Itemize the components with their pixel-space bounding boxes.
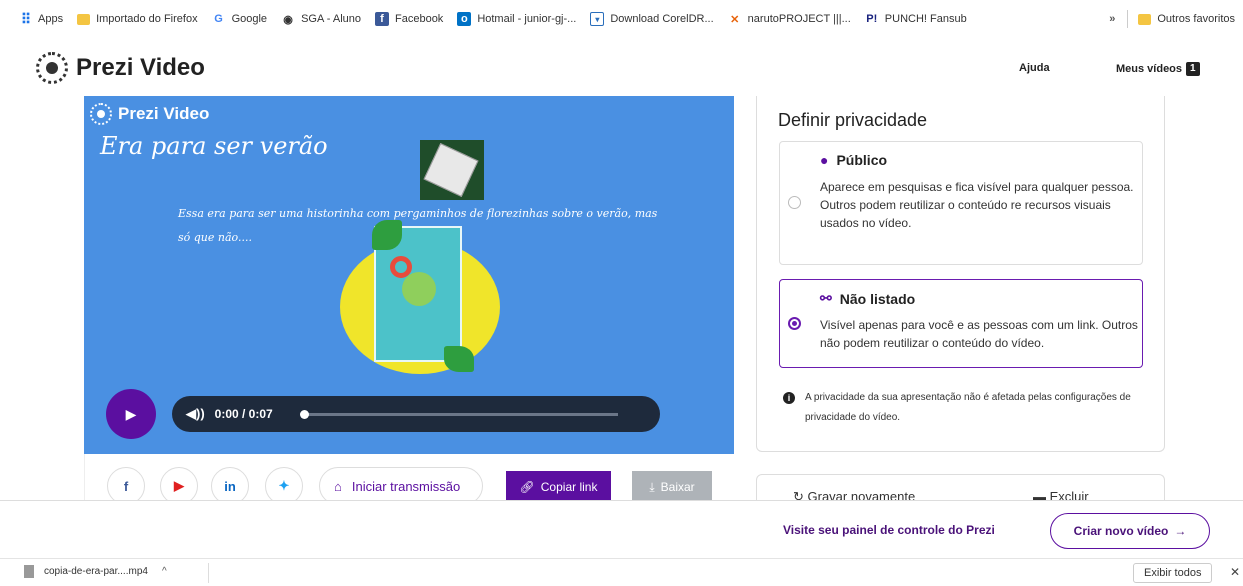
linkedin-icon: in [224, 478, 236, 494]
more-bookmarks-button[interactable]: » [1109, 13, 1115, 25]
downloaded-file[interactable]: copia-de-era-par....mp4 ^ [24, 565, 167, 578]
download-shelf: copia-de-era-par....mp4 ^ Exibir todos ✕ [0, 558, 1243, 586]
bookmark-download-coreldraw[interactable]: ▾ Download CorelDR... [590, 12, 714, 26]
bookmark-label: Hotmail - junior-gj-... [477, 13, 577, 25]
video-count-badge: 1 [1186, 62, 1200, 76]
close-icon[interactable]: ✕ [1230, 565, 1240, 579]
globe-icon: ◉ [283, 13, 293, 26]
option-title: ● Público [820, 152, 887, 168]
bookmark-google[interactable]: G Google [212, 12, 267, 26]
prezi-logo[interactable]: Prezi Video [36, 52, 205, 84]
bookmark-label: Google [231, 13, 268, 25]
bookmark-punch-fansub[interactable]: P! PUNCH! Fansub [865, 12, 967, 26]
privacy-option-public[interactable]: ● Público Aparece em pesquisas e fica vi… [779, 141, 1143, 265]
cube-image [420, 140, 484, 200]
bookmark-label: Importado do Firefox [96, 13, 198, 25]
twitter-icon: ✦ [278, 478, 290, 493]
facebook-icon: f [123, 478, 129, 494]
create-new-video-button[interactable]: Criar novo vídeo → [1050, 513, 1210, 549]
bookmark-label: Apps [38, 13, 64, 25]
facebook-icon: f [375, 12, 389, 26]
chevron-up-icon[interactable]: ^ [162, 566, 167, 577]
bookmark-label: narutoPROJECT |||... [747, 13, 851, 25]
globe-icon: ● [820, 152, 829, 168]
download-page-icon: ▾ [590, 12, 605, 26]
broadcast-icon: ⌂ [334, 478, 342, 494]
play-icon: ▶ [125, 405, 137, 422]
shelf-divider [208, 563, 209, 583]
download-icon: ⤓ [649, 479, 655, 494]
bookmark-hotmail[interactable]: o Hotmail - junior-gj-... [457, 12, 576, 26]
progress-track[interactable] [304, 413, 618, 416]
arrow-right-icon: → [1174, 524, 1187, 538]
bookmarks-bar: ⠿ Apps Importado do Firefox G Google ◉ S… [0, 0, 1243, 38]
naruto-icon: ✕ [730, 13, 740, 26]
privacy-option-unlisted[interactable]: ⚯ Não listado Visível apenas para você e… [779, 279, 1143, 368]
download-button[interactable]: ⤓ Baixar [632, 471, 712, 503]
bookmark-label: PUNCH! Fansub [884, 13, 967, 25]
privacy-note: i A privacidade da sua apresentação não … [783, 388, 1143, 428]
punch-icon: P! [866, 13, 878, 25]
my-videos-label: Meus vídeos [1116, 63, 1183, 75]
new-video-label: Criar novo vídeo [1073, 524, 1169, 538]
video-player[interactable]: Prezi Video Era para ser verão Essa era … [84, 96, 734, 454]
play-button[interactable]: ▶ [106, 389, 156, 439]
outlook-icon: o [457, 12, 472, 26]
bookmark-facebook[interactable]: f Facebook [375, 12, 443, 26]
palm-leaf-image [372, 220, 402, 250]
time-display: 0:00 / 0:07 [214, 407, 273, 421]
unlisted-description: Visível apenas para você e as pessoas co… [820, 318, 1138, 350]
bookmark-label: Download CorelDR... [610, 13, 714, 25]
bookmark-apps[interactable]: ⠿ Apps [18, 10, 64, 27]
info-icon: i [783, 392, 795, 404]
link-icon: 🔗︎ [519, 480, 535, 494]
privacy-note-text: A privacidade da sua apresentação não é … [805, 392, 1131, 423]
video-title: Era para ser verão [100, 132, 328, 160]
progress-handle[interactable] [300, 410, 309, 419]
share-bar: f ▶ in ✦ ⌂ Iniciar transmissão 🔗︎ Copiar… [84, 454, 734, 505]
folder-icon [77, 13, 91, 25]
help-link[interactable]: Ajuda [1019, 62, 1050, 74]
unlisted-radio[interactable] [788, 317, 801, 330]
other-bookmarks[interactable]: Outros favoritos [1157, 13, 1235, 25]
prezi-logo-icon [36, 52, 68, 84]
bookmarks-divider [1127, 10, 1129, 28]
logo-text: Prezi Video [76, 54, 205, 81]
stream-label: Iniciar transmissão [351, 478, 461, 494]
option-title: ⚯ Não listado [820, 290, 915, 307]
prezi-logo-icon [90, 103, 112, 125]
bookmark-label: Facebook [395, 13, 444, 25]
public-label: Público [836, 152, 888, 168]
palm-leaf-image [444, 346, 474, 372]
file-name: copia-de-era-par....mp4 [44, 566, 148, 577]
bookmark-importado-firefox[interactable]: Importado do Firefox [77, 13, 198, 25]
youtube-icon: ▶ [174, 478, 184, 493]
girl-illustration [402, 272, 436, 306]
download-label: Baixar [660, 480, 695, 494]
file-icon [24, 565, 34, 578]
apps-grid-icon: ⠿ [20, 10, 31, 27]
video-logo-text: Prezi Video [118, 104, 210, 123]
copy-link-button[interactable]: 🔗︎ Copiar link [506, 471, 611, 503]
player-controls: ◀)) 0:00 / 0:07 [172, 396, 660, 432]
show-all-button[interactable]: Exibir todos [1133, 563, 1213, 583]
bookmark-narutoproject[interactable]: ✕ narutoPROJECT |||... [728, 12, 851, 26]
site-header: Prezi Video Ajuda Meus vídeos 1 [0, 38, 1243, 96]
bookmark-label: SGA - Aluno [301, 13, 361, 25]
unlisted-label: Não listado [839, 290, 916, 307]
public-description: Aparece em pesquisas e fica visível para… [820, 180, 1134, 230]
footer-bar: Visite seu painel de controle do Prezi C… [0, 500, 1243, 558]
dashboard-link[interactable]: Visite seu painel de controle do Prezi [783, 523, 995, 537]
privacy-panel: Definir privacidade ● Público Aparece em… [756, 96, 1165, 452]
bookmark-sga-aluno[interactable]: ◉ SGA - Aluno [281, 12, 361, 26]
video-watermark: Prezi Video [90, 103, 209, 125]
privacy-title: Definir privacidade [778, 110, 928, 130]
link-icon: ⚯ [820, 290, 832, 306]
google-icon: G [214, 13, 223, 25]
my-videos-link[interactable]: Meus vídeos 1 [1116, 62, 1200, 76]
public-radio[interactable] [788, 196, 801, 209]
copy-label: Copiar link [540, 480, 598, 494]
folder-icon [1138, 13, 1152, 25]
volume-icon[interactable]: ◀)) [186, 406, 205, 422]
